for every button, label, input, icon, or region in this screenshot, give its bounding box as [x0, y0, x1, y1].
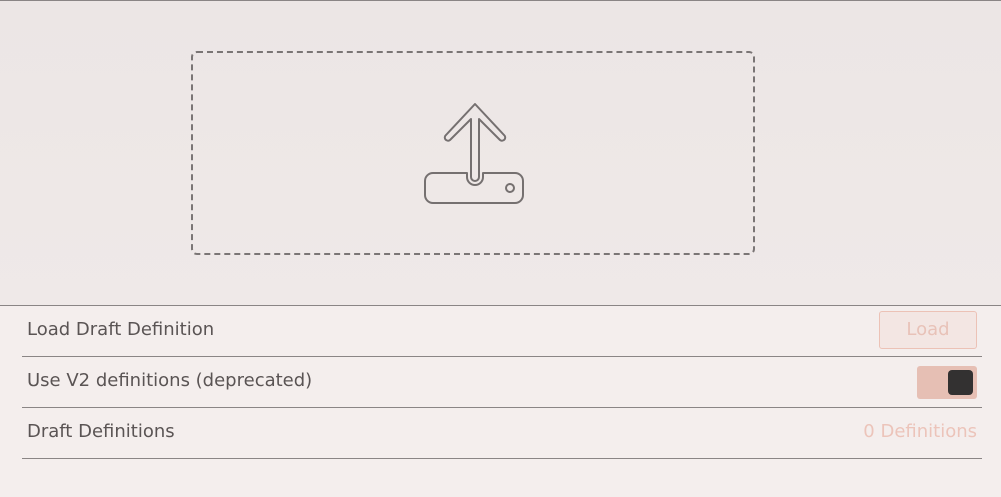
- use-v2-toggle[interactable]: [917, 366, 977, 399]
- use-v2-row: Use V2 definitions (deprecated): [22, 357, 982, 408]
- draft-definitions-label: Draft Definitions: [27, 421, 175, 442]
- load-button[interactable]: Load: [879, 311, 977, 349]
- load-draft-row: Load Draft Definition Load: [22, 306, 982, 357]
- toggle-knob: [948, 370, 973, 395]
- load-draft-label: Load Draft Definition: [27, 319, 215, 340]
- upload-icon: [424, 103, 524, 204]
- draft-definitions-row: Draft Definitions 0 Definitions: [22, 408, 982, 459]
- file-drop-zone[interactable]: [191, 51, 755, 255]
- use-v2-label: Use V2 definitions (deprecated): [27, 370, 313, 391]
- draft-definitions-count: 0 Definitions: [863, 421, 977, 442]
- file-drop-area: [0, 1, 1001, 306]
- settings-list: Load Draft Definition Load Use V2 defini…: [22, 306, 982, 459]
